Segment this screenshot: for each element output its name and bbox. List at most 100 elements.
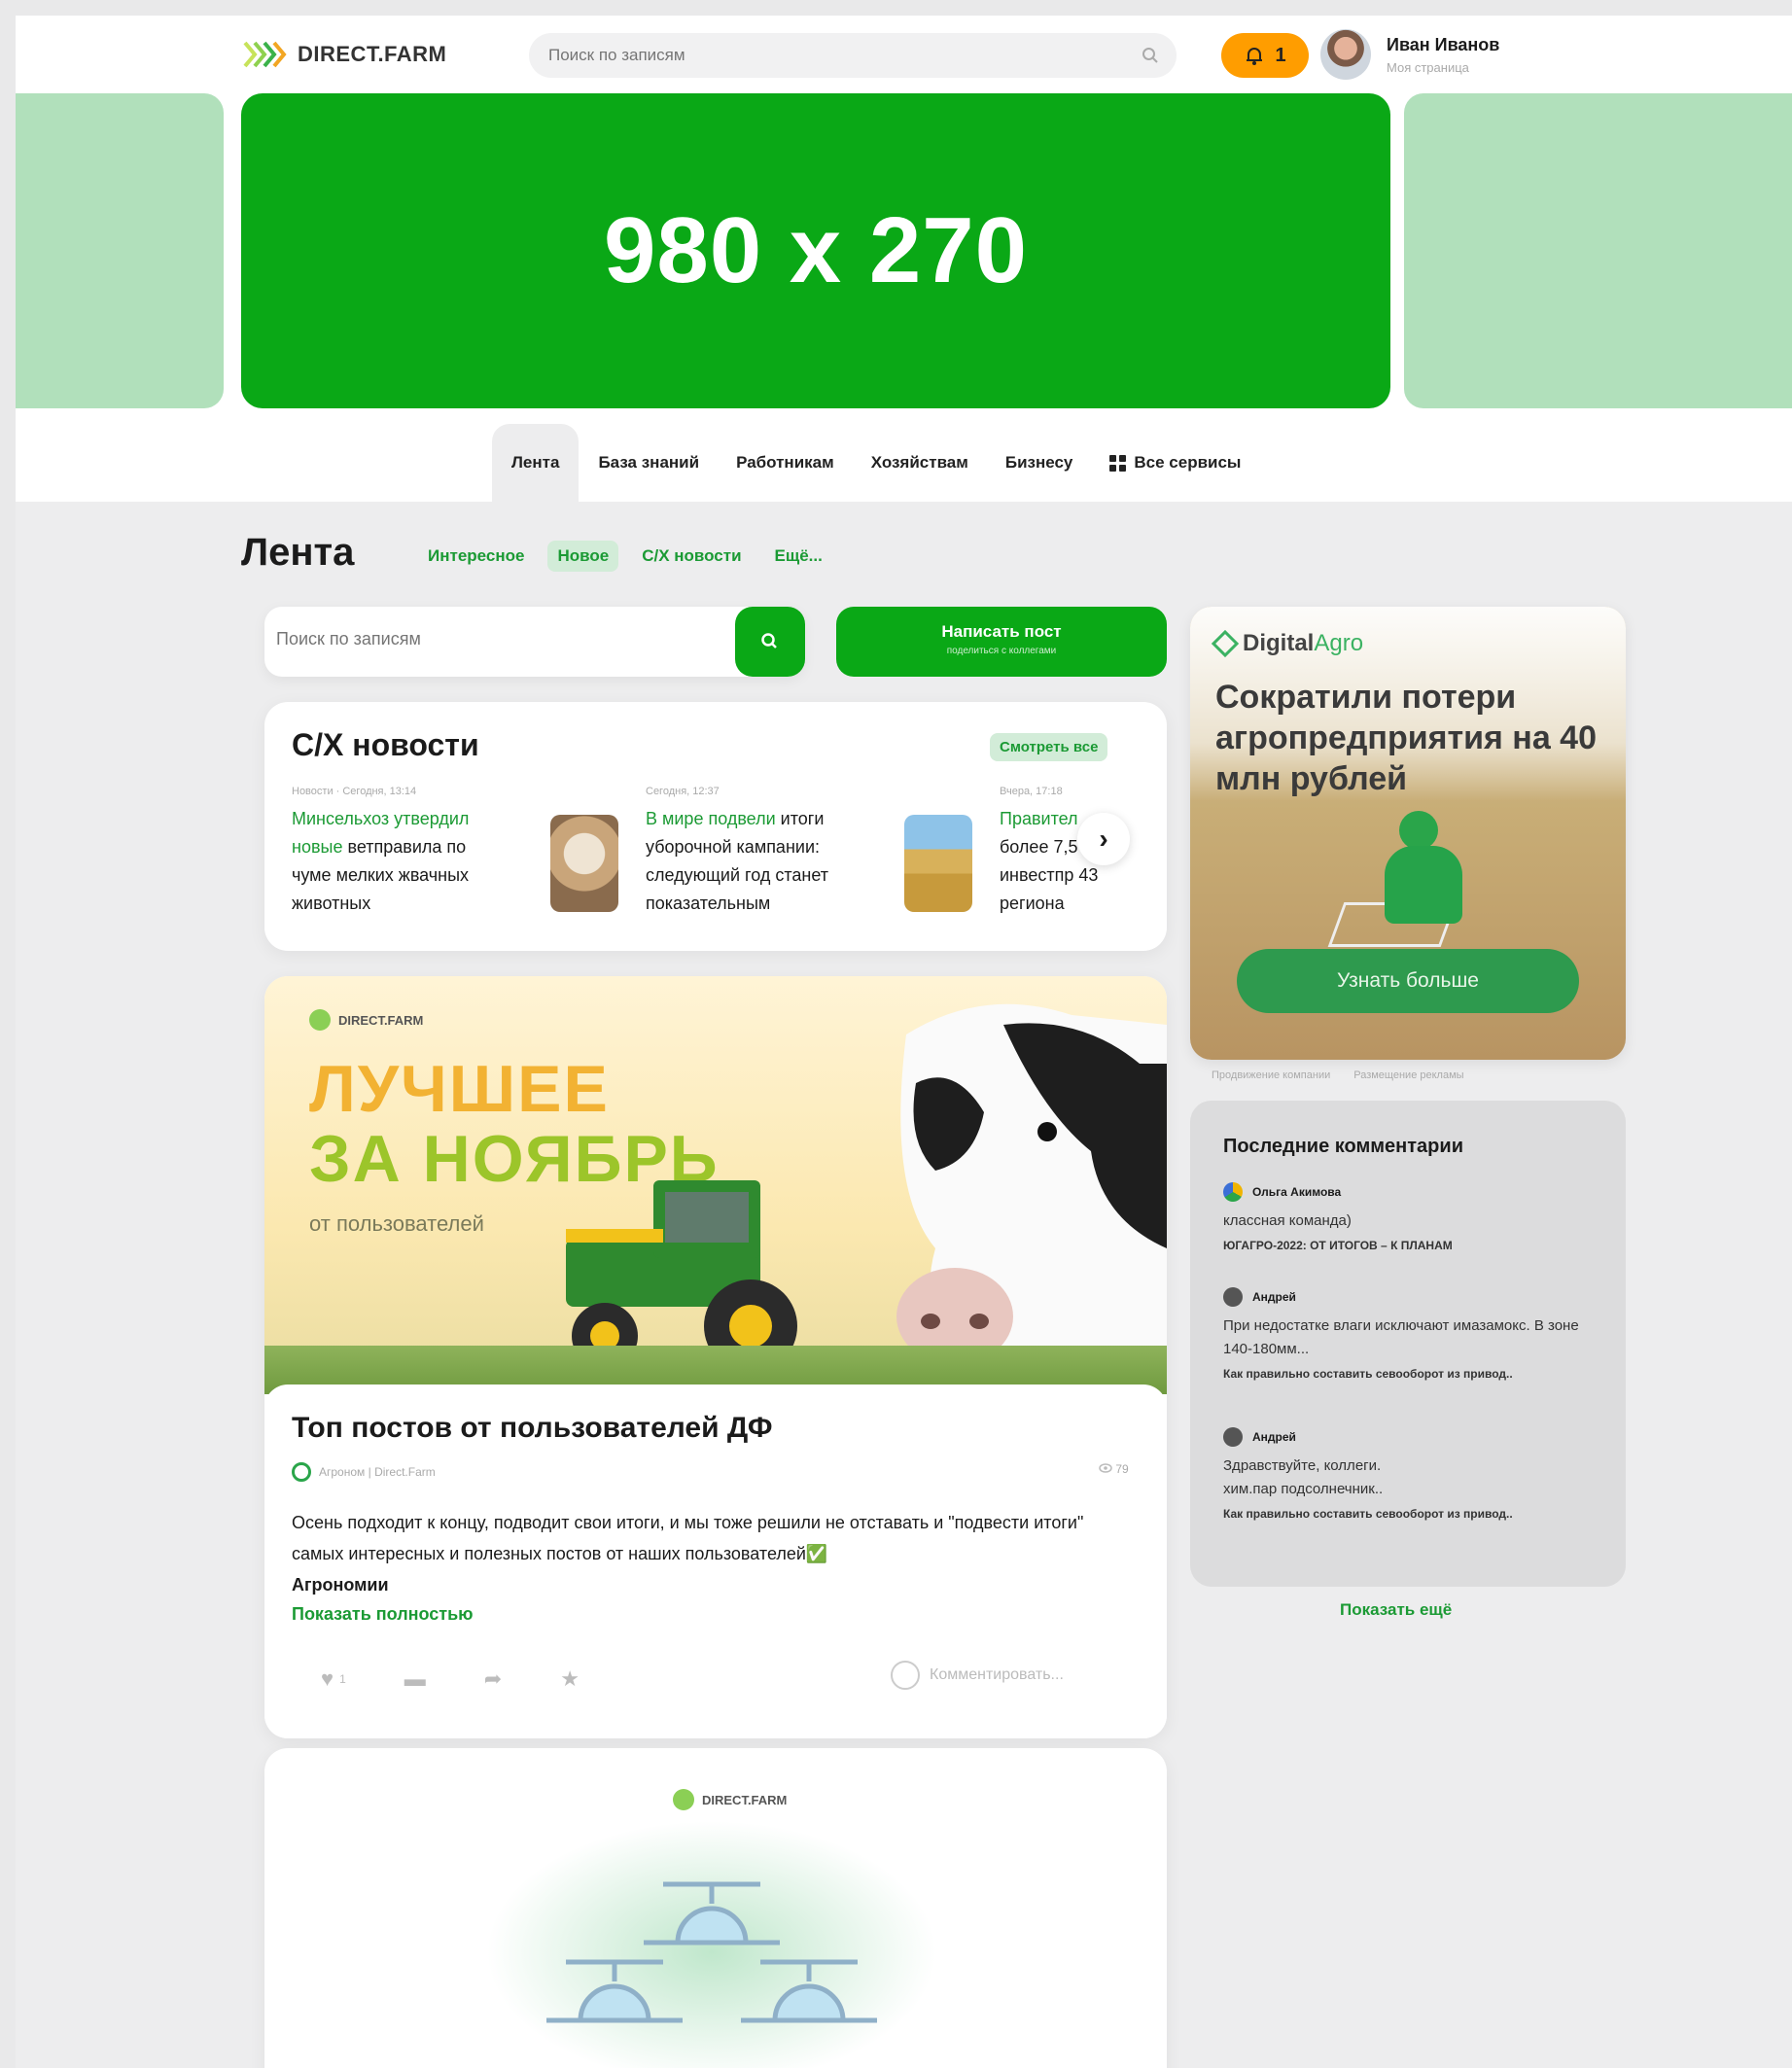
post-image-subline: от пользователей — [309, 1211, 484, 1236]
user-name[interactable]: Иван Иванов — [1387, 35, 1499, 55]
show-more-comments-button[interactable]: Показать ещё — [1340, 1600, 1452, 1620]
post-image[interactable]: DIRECT.FARM ЛУЧШЕЕ ЗА НОЯБРЬ от пользова… — [264, 976, 1167, 1394]
notifications-button[interactable]: 1 — [1221, 33, 1309, 78]
top-search-input[interactable] — [546, 45, 1142, 66]
comment-item[interactable]: Андрей При недостатке влаги исключают им… — [1223, 1287, 1602, 1381]
tab-interesting[interactable]: Интересное — [418, 541, 534, 572]
news-item[interactable]: Сегодня, 12:37 В мире подвели итоги убор… — [646, 786, 976, 918]
post-brand-text: DIRECT.FARM — [338, 1012, 424, 1028]
ad-learn-more-button[interactable]: Узнать больше — [1237, 949, 1579, 1013]
news-meta: Сегодня, 12:37 — [646, 786, 720, 797]
top-search-field[interactable] — [529, 33, 1177, 78]
ad-brand-b: Agro — [1314, 630, 1364, 656]
page: DIRECT.FARM 1 Иван Иванов Моя страница 9… — [16, 16, 1792, 2068]
main-banner[interactable]: 980 x 270 — [241, 93, 1390, 408]
news-meta: Вчера, 17:18 — [1000, 786, 1063, 797]
ad-link-promotion[interactable]: Продвижение компании — [1212, 1069, 1330, 1081]
nav-item-all-services[interactable]: Все сервисы — [1109, 424, 1241, 502]
news-thumbnail — [904, 815, 972, 912]
ad-link-placement[interactable]: Размещение рекламы — [1353, 1069, 1463, 1081]
nav-item-knowledge[interactable]: База знаний — [598, 424, 699, 502]
feed-search-input[interactable] — [274, 628, 706, 650]
post-text: Осень подходит к концу, подводит свои ит… — [292, 1507, 1128, 1600]
comment-user-name: Ольга Акимова — [1252, 1185, 1342, 1199]
like-count: 1 — [339, 1672, 346, 1686]
post-image-headline-1: ЛУЧШЕЕ — [309, 1052, 610, 1126]
comment-text: Здравствуйте, коллеги. хим.пар подсолнеч… — [1223, 1457, 1384, 1497]
tab-agri-news[interactable]: С/Х новости — [632, 541, 751, 572]
chevron-right-icon[interactable]: › — [1077, 813, 1130, 865]
sidebar-ad[interactable]: Digital Agro Сократили потери агропредпри… — [1190, 607, 1626, 1060]
user-avatar-icon — [1223, 1182, 1243, 1202]
side-banner-right[interactable] — [1404, 93, 1792, 408]
comment-post-link[interactable]: Как правильно составить севооборот из пр… — [1223, 1507, 1602, 1521]
comment-icon: ▬ — [404, 1666, 426, 1691]
comment-item[interactable]: Ольга Акимова классная команда) ЮГАГРО-2… — [1223, 1182, 1602, 1252]
ad-headline: Сократили потери агропредприятия на 40 м… — [1215, 679, 1597, 797]
nav-item-feed[interactable]: Лента — [492, 424, 580, 502]
ad-links: Продвижение компании Размещение рекламы — [1212, 1069, 1464, 1081]
search-icon — [761, 633, 777, 648]
post-title[interactable]: Топ постов от пользователей ДФ — [292, 1412, 772, 1445]
tab-new[interactable]: Новое — [547, 541, 619, 572]
feed-search-field[interactable] — [264, 607, 804, 677]
post-author[interactable]: Агроном | Direct.Farm — [292, 1462, 436, 1482]
site-logo[interactable]: DIRECT.FARM — [241, 35, 446, 74]
nav-item-workers[interactable]: Работникам — [736, 424, 834, 502]
heart-icon: ♥ — [321, 1666, 334, 1691]
post-actions: ♥ 1 ▬ ➦ ★ — [321, 1666, 580, 1692]
tractor-illustration — [566, 1180, 797, 1373]
tab-more[interactable]: Ещё... — [765, 541, 832, 572]
post-views: 79 — [1099, 1462, 1129, 1476]
share-button[interactable]: ➦ — [484, 1666, 502, 1692]
search-icon[interactable] — [1142, 47, 1159, 64]
write-post-button[interactable]: Написать пост поделиться с коллегами — [836, 607, 1167, 677]
nav-item-business[interactable]: Бизнесу — [1005, 424, 1073, 502]
top-header: DIRECT.FARM 1 Иван Иванов Моя страница — [16, 16, 1792, 93]
bell-icon — [1247, 48, 1263, 65]
write-post-label: Написать пост — [941, 622, 1062, 641]
share-icon: ➦ — [483, 1666, 503, 1691]
logo-icon — [673, 1789, 694, 1810]
post-views-count: 79 — [1115, 1462, 1129, 1476]
user-profile-link[interactable]: Моя страница — [1387, 60, 1469, 75]
comment-user: Андрей — [1223, 1427, 1602, 1447]
news-title: С/Х новости — [292, 727, 479, 762]
news-item[interactable]: Новости · Сегодня, 13:14 Минсельхоз утве… — [292, 786, 622, 918]
comment-user: Андрей — [1223, 1287, 1602, 1307]
ad-brand: Digital Agro — [1211, 629, 1364, 658]
comment-user: Ольга Акимова — [1223, 1182, 1602, 1202]
post-card: DIRECT.FARM ЛУЧШЕЕ ЗА НОЯБРЬ от пользова… — [264, 976, 1167, 1738]
comments-title: Последние комментарии — [1223, 1136, 1463, 1157]
post-text-bold: Агрономии — [292, 1575, 389, 1595]
comment-user-name: Андрей — [1252, 1430, 1296, 1444]
grid-icon — [1109, 454, 1127, 472]
show-full-link[interactable]: Показать полностью — [292, 1604, 474, 1625]
post-image-brand: DIRECT.FARM — [673, 1789, 787, 1810]
comments-button[interactable]: ▬ — [404, 1666, 426, 1692]
nav-item-farms[interactable]: Хозяйствам — [871, 424, 968, 502]
user-avatar[interactable] — [1320, 29, 1371, 80]
comment-placeholder: Комментировать... — [930, 1666, 1064, 1683]
comment-post-link[interactable]: Как правильно составить севооборот из пр… — [1223, 1367, 1602, 1381]
drones-illustration[interactable] — [508, 1865, 916, 2068]
post-body: Топ постов от пользователей ДФ Агроном |… — [264, 1385, 1167, 1738]
comment-user-name: Андрей — [1252, 1290, 1296, 1304]
see-all-button[interactable]: Смотреть все — [990, 733, 1108, 761]
news-thumbnail — [550, 815, 618, 912]
side-banner-left[interactable] — [16, 93, 224, 408]
post2-brand-text: DIRECT.FARM — [702, 1792, 788, 1807]
news-highlight: В мире подвели — [646, 809, 776, 828]
comment-post-link[interactable]: ЮГАГРО-2022: ОТ ИТОГОВ – К ПЛАНАМ — [1223, 1239, 1602, 1252]
favorite-button[interactable]: ★ — [560, 1666, 580, 1692]
like-button[interactable]: ♥ 1 — [321, 1666, 346, 1692]
agri-news-card: С/Х новости Смотреть все Новости · Сегод… — [264, 702, 1167, 951]
post-text-body: Осень подходит к концу, подводит свои ит… — [292, 1513, 1084, 1563]
post-author-name: Агроном | Direct.Farm — [319, 1465, 436, 1479]
comment-input[interactable]: Комментировать... — [891, 1661, 1064, 1690]
feed-tabs: Интересное Новое С/Х новости Ещё... — [418, 541, 832, 572]
comment-item[interactable]: Андрей Здравствуйте, коллеги. хим.пар по… — [1223, 1427, 1602, 1521]
write-post-sublabel: поделиться с коллегами — [946, 646, 1057, 656]
feed-search-button[interactable] — [735, 607, 805, 677]
comment-text: При недостатке влаги исключают имазамокс… — [1223, 1317, 1579, 1357]
